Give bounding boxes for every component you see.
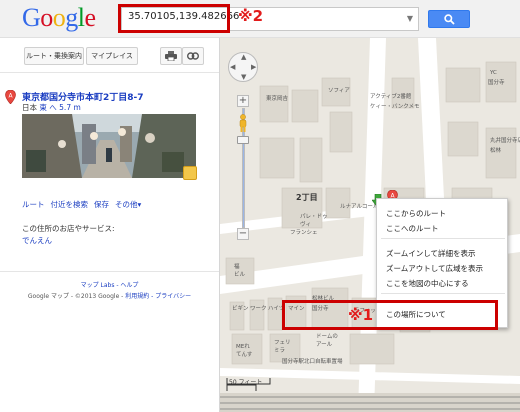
menu-item-route-to-here[interactable]: ここへのルート bbox=[386, 223, 439, 234]
direction-link[interactable]: 東 へ 5.7 m bbox=[39, 103, 80, 112]
map-label: 国分寺 bbox=[488, 78, 505, 86]
map-label: パレ・ドゥ bbox=[300, 213, 328, 220]
pan-control[interactable]: ▲ ▼ ◀ ▶ bbox=[228, 52, 258, 82]
menu-item-center-map[interactable]: ここを地図の中心にする bbox=[386, 278, 469, 289]
divider bbox=[0, 72, 219, 73]
map-label: 松林 bbox=[490, 146, 502, 154]
route-link[interactable]: ルート bbox=[22, 200, 45, 209]
map-label: アール bbox=[316, 341, 333, 348]
google-logo[interactable]: Google bbox=[22, 3, 96, 33]
map-label: フェリ bbox=[274, 339, 291, 346]
map-label: ビギン bbox=[232, 304, 249, 312]
link-button[interactable] bbox=[182, 47, 204, 65]
more-link[interactable]: その他▾ bbox=[115, 200, 141, 209]
map-label: ミラ bbox=[274, 347, 285, 354]
zoom-out-button[interactable]: − bbox=[237, 228, 249, 240]
google-maps-window: Google ▼ ※2 ルート・乗換案内 マイプレイス bbox=[0, 0, 520, 412]
chevron-down-icon[interactable]: ▼ bbox=[407, 14, 413, 23]
place-action-links: ルート 付近を検索 保存 その他▾ bbox=[22, 199, 147, 210]
map-label: アクティブ2番館 bbox=[370, 92, 412, 100]
marker-a-icon[interactable]: A bbox=[5, 90, 16, 104]
map-canvas[interactable]: 東京岡吉 ソフィア アクティブ2番館 ケィー・バンクメモ YC 国分寺 丸井国分… bbox=[220, 38, 520, 412]
map-label: ケィー・バンクメモ bbox=[370, 103, 420, 110]
street-view-thumbnail[interactable] bbox=[22, 114, 196, 178]
search-button[interactable] bbox=[428, 10, 470, 28]
my-places-button[interactable]: マイプレイス bbox=[86, 47, 138, 65]
business-label: この住所のお店やサービス: bbox=[22, 224, 115, 233]
map-label: てんす bbox=[236, 351, 253, 358]
scale-label: 50 フィート bbox=[229, 379, 263, 386]
menu-item-zoom-in[interactable]: ズームインして詳細を表示 bbox=[386, 248, 476, 259]
zoom-slider-handle[interactable] bbox=[237, 136, 249, 144]
arrow-right-icon[interactable]: ▶ bbox=[251, 63, 256, 71]
map-label: フランシェ bbox=[290, 229, 318, 236]
arrow-left-icon[interactable]: ◀ bbox=[230, 63, 235, 71]
arrow-down-icon[interactable]: ▼ bbox=[241, 73, 246, 81]
annotation-highlight-menu-item bbox=[282, 300, 498, 330]
menu-divider bbox=[381, 238, 505, 239]
map-label: ヴィ bbox=[300, 220, 311, 228]
search-nearby-link[interactable]: 付近を検索 bbox=[51, 200, 89, 209]
map-label: 丸井国分寺店 bbox=[490, 136, 520, 144]
annotation-highlight-search bbox=[118, 4, 230, 33]
map-label: YC bbox=[489, 70, 497, 76]
map-label: ワーク bbox=[250, 305, 267, 312]
business-link[interactable]: でんえん bbox=[22, 235, 52, 246]
pegman-icon[interactable] bbox=[238, 114, 248, 132]
map-label-district: 2丁目 bbox=[296, 193, 318, 202]
footer-divider bbox=[0, 271, 219, 272]
pegman-icon[interactable] bbox=[183, 166, 197, 180]
map-label: 福 bbox=[234, 262, 240, 270]
map-label: ソフィア bbox=[328, 87, 350, 94]
map-label: 東京岡吉 bbox=[266, 94, 289, 102]
search-icon bbox=[444, 14, 455, 25]
terms-privacy-links[interactable]: 利用規約 - プライバシー bbox=[125, 293, 191, 300]
printer-icon bbox=[165, 51, 177, 62]
country-text: 日本 bbox=[22, 103, 37, 112]
map-label: ドームの bbox=[316, 333, 338, 340]
footer-copyright: Google マップ - ©2013 Google - 利用規約 - プライバシ… bbox=[0, 291, 219, 300]
link-icon bbox=[186, 52, 200, 60]
route-transit-button[interactable]: ルート・乗換案内 bbox=[24, 47, 84, 65]
footer-links[interactable]: マップ Labs - ヘルプ bbox=[0, 280, 219, 289]
save-link[interactable]: 保存 bbox=[94, 200, 109, 209]
menu-item-route-from-here[interactable]: ここからのルート bbox=[386, 208, 446, 219]
print-button[interactable] bbox=[160, 47, 182, 65]
zoom-in-button[interactable]: + bbox=[237, 95, 249, 107]
left-panel: ルート・乗換案内 マイプレイス A 東京都国分寺市本町2丁目8-7 日本 東 へ… bbox=[0, 38, 220, 412]
menu-divider bbox=[381, 293, 505, 294]
place-subtitle: 日本 東 へ 5.7 m bbox=[22, 102, 81, 113]
annotation-label-1: ※1 bbox=[348, 306, 374, 324]
street-photo-image bbox=[22, 114, 196, 178]
map-label: 国分寺駅北口自転車置場 bbox=[282, 357, 343, 365]
arrow-up-icon[interactable]: ▲ bbox=[241, 53, 246, 61]
annotation-label-2: ※2 bbox=[238, 7, 264, 25]
footer-copyright-text: Google マップ - ©2013 Google - bbox=[27, 293, 126, 300]
map-label: MEれ bbox=[236, 343, 250, 350]
map-label: ビル bbox=[234, 270, 246, 278]
menu-item-zoom-out[interactable]: ズームアウトして広域を表示 bbox=[386, 263, 483, 274]
top-bar: Google ▼ ※2 bbox=[0, 0, 520, 38]
